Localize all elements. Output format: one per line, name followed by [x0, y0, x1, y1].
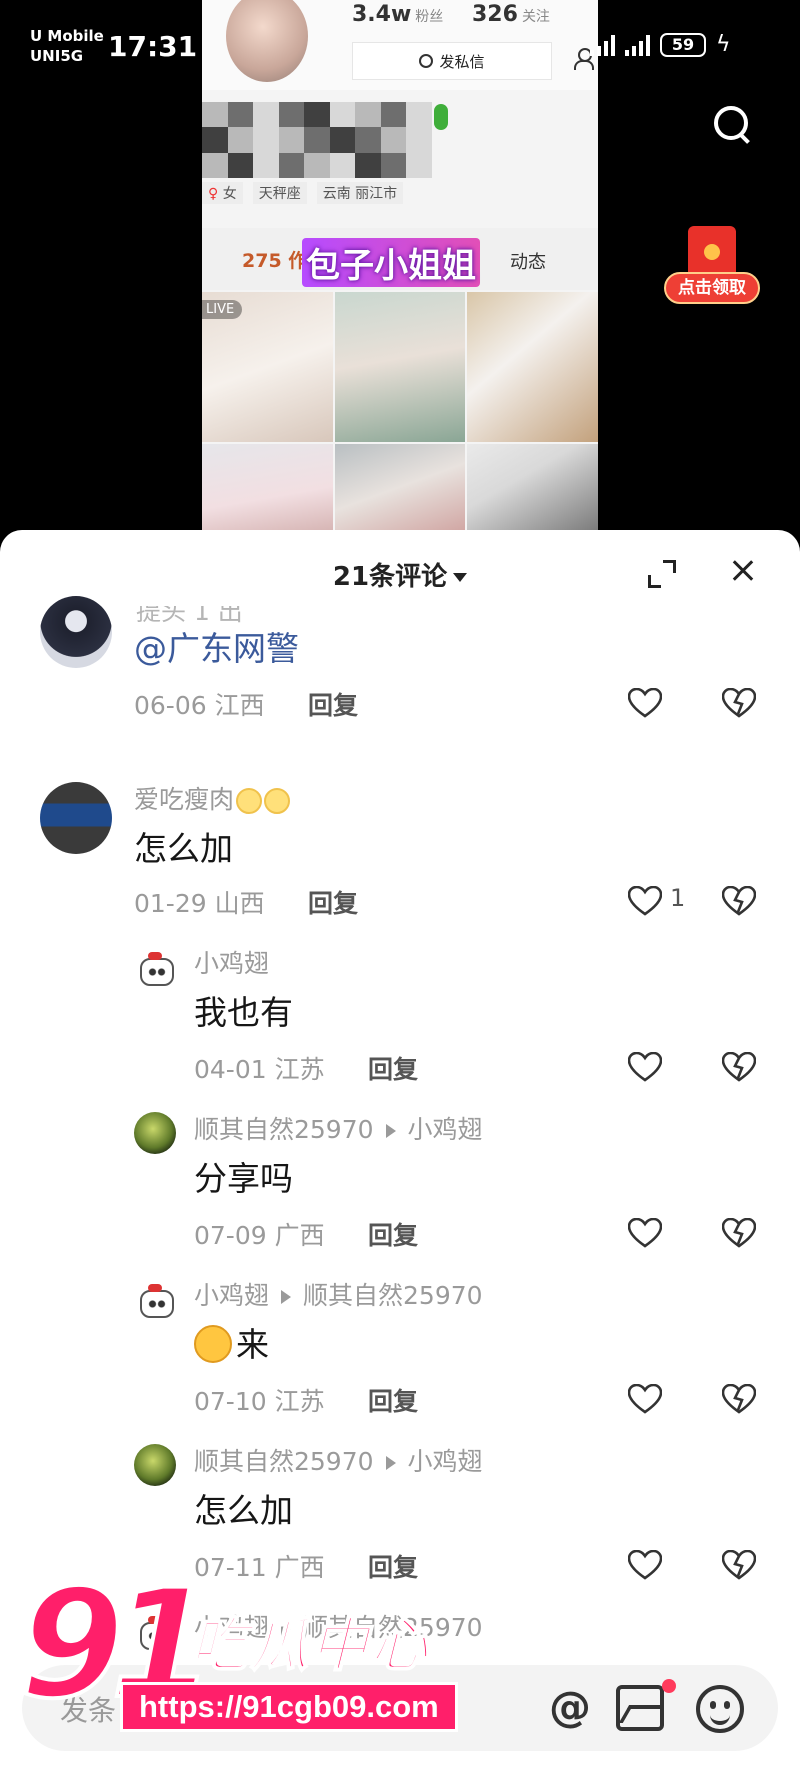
carrier-label: U Mobile UNI5G — [30, 27, 104, 65]
like-count: 1 — [670, 884, 686, 912]
reply-button[interactable]: 回复 — [368, 1216, 418, 1252]
live-badge: LIVE — [202, 300, 243, 319]
comment-author[interactable]: 小鸡翅 — [194, 944, 269, 980]
avatar[interactable] — [40, 596, 112, 668]
comment-author[interactable]: 顺其自然25970 小鸡翅 — [194, 1442, 483, 1478]
at-icon[interactable]: @ — [546, 1685, 594, 1733]
comment-item: 提头 1 出 @广东网警 06-06 江西 回复 — [0, 596, 800, 730]
profile-avatar — [226, 0, 308, 82]
dislike-icon[interactable] — [721, 1217, 757, 1248]
work-thumbnail — [334, 292, 466, 442]
comment-text[interactable]: 我也有 — [194, 986, 293, 1034]
comment-meta: 06-06 江西 — [134, 691, 265, 720]
dislike-icon[interactable] — [721, 1383, 757, 1414]
search-icon[interactable] — [712, 104, 752, 144]
red-packet-button[interactable]: 点击领取 — [664, 226, 760, 310]
expand-icon[interactable] — [646, 560, 676, 590]
like-heart-icon[interactable] — [627, 687, 663, 718]
smile-emoji-icon — [236, 788, 263, 814]
video-area[interactable]: 3.4w 粉丝 326 关注 发私信 ♀ 女 天秤座 云南 丽江市 275 作 包子… — [0, 0, 800, 560]
message-button: 发私信 — [352, 42, 552, 80]
like-heart-icon[interactable] — [627, 1217, 663, 1248]
comment-meta: 04-01 江苏 — [194, 1055, 325, 1084]
comment-meta: 07-10 江苏 — [194, 1387, 325, 1416]
reply-button[interactable]: 回复 — [308, 686, 358, 722]
works-tab: 275 作 — [242, 250, 308, 272]
like-heart-icon[interactable] — [627, 1383, 663, 1414]
avatar[interactable] — [134, 1112, 176, 1154]
work-thumbnail — [467, 292, 598, 442]
location-tag: 云南 丽江市 — [316, 182, 404, 204]
comments-title[interactable]: 21条评论 — [0, 556, 800, 593]
avatar[interactable] — [134, 1280, 176, 1322]
work-thumbnail — [467, 444, 598, 530]
caret-down-icon — [453, 573, 468, 582]
smile-emoji-icon — [264, 788, 291, 814]
comment-text[interactable]: 怎么加 — [134, 822, 233, 870]
notification-dot — [662, 1679, 676, 1693]
like-heart-icon[interactable] — [627, 885, 663, 916]
pixelated-username — [202, 102, 432, 178]
comment-meta: 01-29 山西 — [134, 889, 265, 918]
reply-arrow-icon — [281, 1290, 292, 1304]
profile-header: 3.4w 粉丝 326 关注 发私信 — [202, 0, 598, 90]
comment-text[interactable]: @广东网警 — [134, 622, 299, 670]
red-packet-label: 点击领取 — [664, 272, 760, 304]
work-thumbnail: LIVE — [202, 292, 333, 442]
charging-icon: ϟ — [716, 32, 731, 57]
work-thumbnail — [334, 444, 466, 530]
work-thumbnail — [202, 444, 333, 530]
signal-icon — [625, 34, 650, 56]
chat-bubble-icon — [419, 54, 434, 68]
recorded-profile-screen: 3.4w 粉丝 326 关注 发私信 ♀ 女 天秤座 云南 丽江市 275 作 包子… — [202, 0, 598, 530]
comment-author[interactable]: 顺其自然25970 小鸡翅 — [194, 1110, 483, 1146]
avatar[interactable] — [134, 1444, 176, 1486]
reply-item: 小鸡翅 我也有 04-01 江苏 回复 — [0, 944, 800, 1104]
zodiac-tag: 天秤座 — [252, 182, 307, 204]
status-time: 17:31 — [108, 30, 198, 63]
reply-item: 小鸡翅 顺其自然25970 来 07-10 江苏 回复 — [0, 1276, 800, 1436]
avatar[interactable] — [134, 948, 176, 990]
comment-meta: 07-09 广西 — [194, 1221, 325, 1250]
works-grid: LIVE — [202, 292, 598, 530]
close-icon[interactable] — [728, 556, 758, 586]
reply-arrow-icon — [385, 1456, 396, 1470]
overlay-caption: 包子小姐姐 — [302, 238, 480, 287]
signal-icon — [590, 34, 615, 56]
reply-arrow-icon — [385, 1124, 396, 1138]
profile-tabs: 275 作 包子小姐姐 动态 — [202, 228, 598, 290]
avatar[interactable] — [40, 782, 112, 854]
image-icon[interactable] — [616, 1685, 664, 1731]
profile-info: ♀ 女 天秤座 云南 丽江市 — [202, 182, 404, 204]
comment-text[interactable]: 分享吗 — [194, 1152, 293, 1200]
dislike-icon[interactable] — [721, 885, 757, 916]
comment-text[interactable]: 怎么加 — [194, 1484, 293, 1532]
smug-emoji-icon — [194, 1324, 232, 1363]
dislike-icon[interactable] — [721, 687, 757, 718]
gender-tag: ♀ 女 — [202, 182, 243, 204]
status-indicators: 59 ϟ — [590, 32, 731, 57]
like-heart-icon[interactable] — [627, 1051, 663, 1082]
emoji-icon[interactable] — [696, 1685, 744, 1733]
battery-icon: 59 — [660, 32, 706, 57]
comment-author[interactable]: 小鸡翅 顺其自然25970 — [194, 1276, 483, 1312]
reply-item: 顺其自然25970 小鸡翅 分享吗 07-09 广西 回复 — [0, 1110, 800, 1270]
follow-count: 326 关注 — [472, 2, 550, 27]
dynamics-tab: 动态 — [510, 252, 546, 273]
comment-item: 爱吃瘦肉 怎么加 01-29 山西 回复 1 — [0, 780, 800, 950]
watermark: 91 吃瓜中心 https://91cgb09.com — [18, 1558, 460, 1760]
watermark-title: 吃瓜中心 — [189, 1610, 431, 1680]
fans-count: 3.4w 粉丝 — [352, 2, 444, 27]
dislike-icon[interactable] — [721, 1051, 757, 1082]
comment-author[interactable]: 爱吃瘦肉 — [134, 780, 291, 816]
comment-text[interactable]: 来 — [194, 1318, 269, 1366]
cactus-icon — [434, 104, 448, 130]
like-heart-icon[interactable] — [627, 1549, 663, 1580]
reply-button[interactable]: 回复 — [308, 884, 358, 920]
watermark-url: https://91cgb09.com — [120, 1682, 458, 1732]
reply-button[interactable]: 回复 — [368, 1382, 418, 1418]
dislike-icon[interactable] — [721, 1549, 757, 1580]
reply-button[interactable]: 回复 — [368, 1050, 418, 1086]
